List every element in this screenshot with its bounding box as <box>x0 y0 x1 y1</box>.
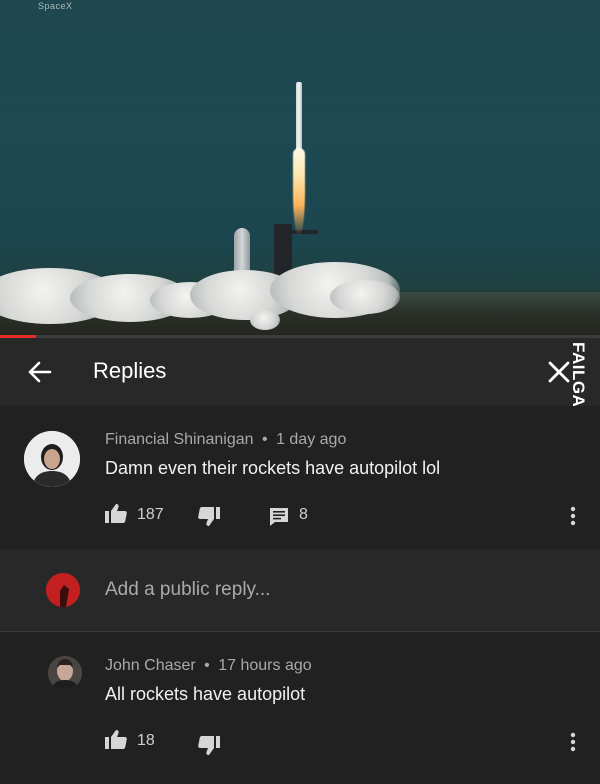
more-options-icon[interactable] <box>570 732 576 757</box>
comment-text: All rockets have autopilot <box>105 684 306 704</box>
user-avatar <box>46 573 80 607</box>
rocket <box>296 82 302 152</box>
video-player[interactable]: SpaceX <box>0 0 600 335</box>
page-title: Replies <box>93 358 167 383</box>
like-icon[interactable] <box>105 729 127 754</box>
comment-time: 17 hours ago <box>218 657 312 674</box>
rocket-flame <box>293 148 305 236</box>
avatar[interactable] <box>24 431 80 487</box>
comment-author[interactable]: Financial Shinanigan <box>105 431 254 448</box>
arrow-left-icon[interactable] <box>26 358 54 386</box>
dislike-icon[interactable] <box>198 736 220 761</box>
like-count: 18 <box>137 732 155 749</box>
dislike-icon[interactable] <box>198 507 220 532</box>
more-options-icon[interactable] <box>570 506 576 531</box>
smoke-cloud <box>330 280 400 314</box>
replies-header: Replies <box>0 338 600 406</box>
avatar[interactable] <box>48 656 82 690</box>
comment-meta: John Chaser • 17 hours ago <box>105 657 312 675</box>
smoke-cloud <box>250 310 280 330</box>
reply-composer[interactable]: Add a public reply... <box>0 549 600 631</box>
like-count: 187 <box>137 506 164 523</box>
comment-text: Damn even their rockets have autopilot l… <box>105 458 441 478</box>
comment-author[interactable]: John Chaser <box>105 657 196 674</box>
reply-count: 8 <box>299 506 308 523</box>
reply-input[interactable]: Add a public reply... <box>105 579 270 601</box>
reply-comment: John Chaser • 17 hours ago All rockets h… <box>0 632 600 784</box>
comment-time: 1 day ago <box>276 431 347 448</box>
parent-comment: Financial Shinanigan • 1 day ago Damn ev… <box>0 406 600 549</box>
comment-meta: Financial Shinanigan • 1 day ago <box>105 431 346 449</box>
meta-separator: • <box>262 431 268 448</box>
video-watermark: SpaceX <box>38 1 73 11</box>
reply-icon[interactable] <box>269 507 289 532</box>
meta-separator: • <box>204 657 210 674</box>
like-icon[interactable] <box>105 503 127 528</box>
